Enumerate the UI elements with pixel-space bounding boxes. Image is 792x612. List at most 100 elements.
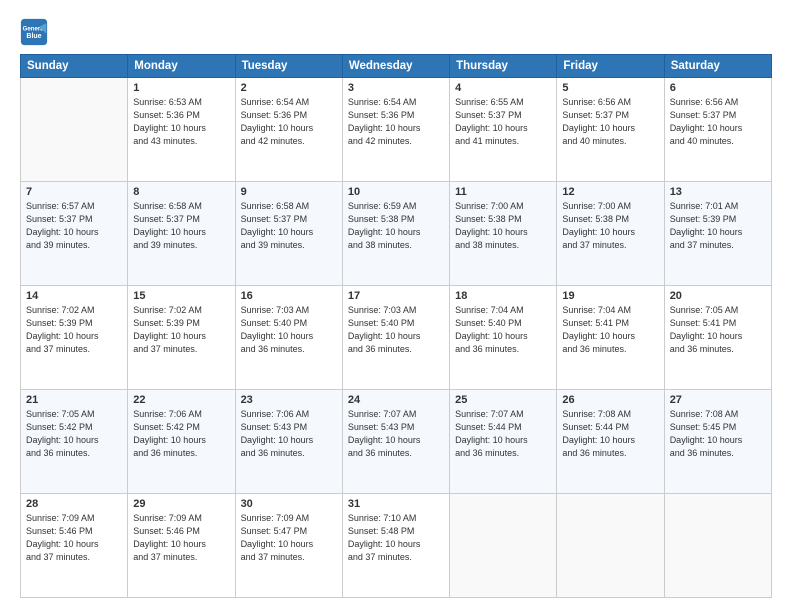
day-number: 3 (348, 82, 444, 94)
calendar-cell: 31Sunrise: 7:10 AMSunset: 5:48 PMDayligh… (342, 494, 449, 598)
calendar-cell: 29 Sunrise: 7:09 AMSunset: 5:46 PMDayligh… (128, 494, 235, 598)
calendar-cell: 9 Sunrise: 6:58 AMSunset: 5:37 PMDaylight… (235, 182, 342, 286)
day-number: 13 (670, 186, 766, 198)
calendar-cell: 19 Sunrise: 7:04 AMSunset: 5:41 PMDayligh… (557, 286, 664, 390)
calendar-cell: 1 Sunrise: 6:53 AMSunset: 5:36 PMDaylight… (128, 78, 235, 182)
day-number: 24 (348, 394, 444, 406)
day-number: 8 (133, 186, 229, 198)
day-info: Sunrise: 7:07 AMSunset: 5:44 PMDaylight:… (455, 408, 551, 460)
calendar-cell (557, 494, 664, 598)
logo: General Blue (20, 18, 52, 46)
calendar-cell: 13 Sunrise: 7:01 AMSunset: 5:39 PMDayligh… (664, 182, 771, 286)
calendar-cell: 16 Sunrise: 7:03 AMSunset: 5:40 PMDayligh… (235, 286, 342, 390)
calendar-cell: 25 Sunrise: 7:07 AMSunset: 5:44 PMDayligh… (450, 390, 557, 494)
day-number: 5 (562, 82, 658, 94)
page: General Blue SundayMondayTuesdayWednesda… (0, 0, 792, 612)
calendar-cell: 30Sunrise: 7:09 AMSunset: 5:47 PMDayligh… (235, 494, 342, 598)
week-row-5: 28 Sunrise: 7:09 AMSunset: 5:46 PMDayligh… (21, 494, 772, 598)
day-info: Sunrise: 6:56 AMSunset: 5:37 PMDaylight:… (562, 96, 658, 148)
calendar-table: SundayMondayTuesdayWednesdayThursdayFrid… (20, 54, 772, 598)
day-number: 25 (455, 394, 551, 406)
day-info: Sunrise: 7:09 AMSunset: 5:46 PMDaylight:… (26, 512, 122, 564)
day-number: 17 (348, 290, 444, 302)
day-number: 31 (348, 498, 444, 510)
day-info: Sunrise: 7:09 AMSunset: 5:47 PMDaylight:… (241, 512, 337, 564)
calendar-cell: 6 Sunrise: 6:56 AMSunset: 5:37 PMDaylight… (664, 78, 771, 182)
day-number: 2 (241, 82, 337, 94)
day-info: Sunrise: 6:58 AMSunset: 5:37 PMDaylight:… (241, 200, 337, 252)
svg-text:Blue: Blue (26, 33, 41, 40)
day-number: 12 (562, 186, 658, 198)
calendar-cell: 5 Sunrise: 6:56 AMSunset: 5:37 PMDaylight… (557, 78, 664, 182)
calendar-cell (664, 494, 771, 598)
day-info: Sunrise: 7:02 AMSunset: 5:39 PMDaylight:… (133, 304, 229, 356)
calendar-cell: 14 Sunrise: 7:02 AMSunset: 5:39 PMDayligh… (21, 286, 128, 390)
day-info: Sunrise: 7:06 AMSunset: 5:43 PMDaylight:… (241, 408, 337, 460)
header-cell-monday: Monday (128, 55, 235, 78)
calendar-cell: 10 Sunrise: 6:59 AMSunset: 5:38 PMDayligh… (342, 182, 449, 286)
calendar-cell: 2Sunrise: 6:54 AMSunset: 5:36 PMDaylight… (235, 78, 342, 182)
day-info: Sunrise: 7:01 AMSunset: 5:39 PMDaylight:… (670, 200, 766, 252)
calendar-body: 1 Sunrise: 6:53 AMSunset: 5:36 PMDaylight… (21, 78, 772, 598)
calendar-cell: 26 Sunrise: 7:08 AMSunset: 5:44 PMDayligh… (557, 390, 664, 494)
day-info: Sunrise: 7:06 AMSunset: 5:42 PMDaylight:… (133, 408, 229, 460)
calendar-cell: 22 Sunrise: 7:06 AMSunset: 5:42 PMDayligh… (128, 390, 235, 494)
day-number: 11 (455, 186, 551, 198)
day-info: Sunrise: 6:56 AMSunset: 5:37 PMDaylight:… (670, 96, 766, 148)
calendar-cell: 3 Sunrise: 6:54 AMSunset: 5:36 PMDaylight… (342, 78, 449, 182)
calendar-cell (450, 494, 557, 598)
day-info: Sunrise: 7:07 AMSunset: 5:43 PMDaylight:… (348, 408, 444, 460)
day-number: 16 (241, 290, 337, 302)
day-info: Sunrise: 7:04 AMSunset: 5:41 PMDaylight:… (562, 304, 658, 356)
logo-icon: General Blue (20, 18, 48, 46)
day-info: Sunrise: 7:09 AMSunset: 5:46 PMDaylight:… (133, 512, 229, 564)
header: General Blue (20, 18, 772, 46)
day-info: Sunrise: 7:03 AMSunset: 5:40 PMDaylight:… (348, 304, 444, 356)
calendar-cell: 21 Sunrise: 7:05 AMSunset: 5:42 PMDayligh… (21, 390, 128, 494)
day-info: Sunrise: 6:53 AMSunset: 5:36 PMDaylight:… (133, 96, 229, 148)
day-number: 15 (133, 290, 229, 302)
week-row-3: 14 Sunrise: 7:02 AMSunset: 5:39 PMDayligh… (21, 286, 772, 390)
day-info: Sunrise: 7:00 AMSunset: 5:38 PMDaylight:… (562, 200, 658, 252)
day-info: Sunrise: 7:05 AMSunset: 5:42 PMDaylight:… (26, 408, 122, 460)
calendar-header: SundayMondayTuesdayWednesdayThursdayFrid… (21, 55, 772, 78)
header-cell-saturday: Saturday (664, 55, 771, 78)
calendar-cell: 4Sunrise: 6:55 AMSunset: 5:37 PMDaylight… (450, 78, 557, 182)
week-row-1: 1 Sunrise: 6:53 AMSunset: 5:36 PMDaylight… (21, 78, 772, 182)
calendar-cell (21, 78, 128, 182)
header-row: SundayMondayTuesdayWednesdayThursdayFrid… (21, 55, 772, 78)
day-number: 21 (26, 394, 122, 406)
day-number: 9 (241, 186, 337, 198)
calendar-cell: 17 Sunrise: 7:03 AMSunset: 5:40 PMDayligh… (342, 286, 449, 390)
day-number: 19 (562, 290, 658, 302)
day-number: 28 (26, 498, 122, 510)
day-number: 14 (26, 290, 122, 302)
calendar-cell: 15 Sunrise: 7:02 AMSunset: 5:39 PMDayligh… (128, 286, 235, 390)
day-number: 23 (241, 394, 337, 406)
header-cell-sunday: Sunday (21, 55, 128, 78)
day-number: 26 (562, 394, 658, 406)
day-info: Sunrise: 6:54 AMSunset: 5:36 PMDaylight:… (348, 96, 444, 148)
calendar-cell: 20Sunrise: 7:05 AMSunset: 5:41 PMDayligh… (664, 286, 771, 390)
header-cell-wednesday: Wednesday (342, 55, 449, 78)
day-info: Sunrise: 7:05 AMSunset: 5:41 PMDaylight:… (670, 304, 766, 356)
day-info: Sunrise: 6:58 AMSunset: 5:37 PMDaylight:… (133, 200, 229, 252)
day-info: Sunrise: 6:59 AMSunset: 5:38 PMDaylight:… (348, 200, 444, 252)
day-info: Sunrise: 7:08 AMSunset: 5:44 PMDaylight:… (562, 408, 658, 460)
day-info: Sunrise: 7:02 AMSunset: 5:39 PMDaylight:… (26, 304, 122, 356)
calendar-cell: 18Sunrise: 7:04 AMSunset: 5:40 PMDayligh… (450, 286, 557, 390)
calendar-cell: 24 Sunrise: 7:07 AMSunset: 5:43 PMDayligh… (342, 390, 449, 494)
day-number: 6 (670, 82, 766, 94)
calendar-cell: 12 Sunrise: 7:00 AMSunset: 5:38 PMDayligh… (557, 182, 664, 286)
day-info: Sunrise: 7:08 AMSunset: 5:45 PMDaylight:… (670, 408, 766, 460)
day-number: 22 (133, 394, 229, 406)
day-info: Sunrise: 7:00 AMSunset: 5:38 PMDaylight:… (455, 200, 551, 252)
header-cell-friday: Friday (557, 55, 664, 78)
day-number: 1 (133, 82, 229, 94)
day-info: Sunrise: 7:03 AMSunset: 5:40 PMDaylight:… (241, 304, 337, 356)
week-row-4: 21 Sunrise: 7:05 AMSunset: 5:42 PMDayligh… (21, 390, 772, 494)
day-number: 4 (455, 82, 551, 94)
day-number: 10 (348, 186, 444, 198)
day-number: 29 (133, 498, 229, 510)
day-number: 7 (26, 186, 122, 198)
